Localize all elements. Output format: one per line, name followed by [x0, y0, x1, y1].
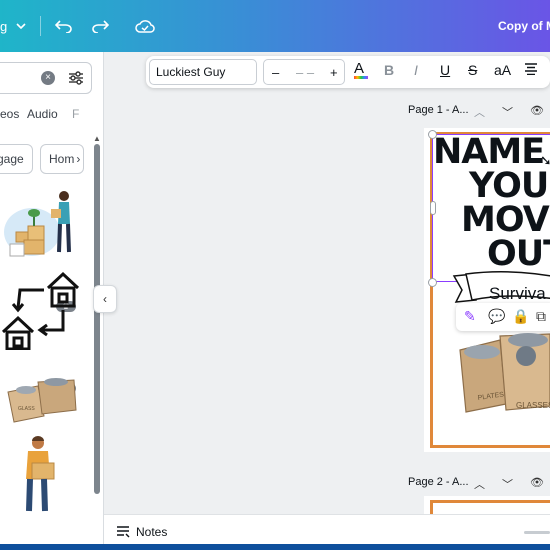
top-bar: g Copy of M [0, 0, 550, 52]
move-page-up-icon[interactable]: ︿ [474, 104, 485, 120]
move-page-down-icon[interactable]: ﹀ [502, 476, 513, 492]
chevron-right-icon[interactable]: › [76, 152, 80, 166]
collapse-panel-button[interactable]: ‹ [93, 285, 117, 313]
hide-page-icon[interactable]: 👁 [530, 476, 544, 489]
elements-panel: × eos Audio F gage Hom› [0, 52, 104, 550]
notes-label: Notes [136, 525, 168, 539]
tab-videos[interactable]: eos [0, 107, 19, 121]
cursor-pointer-icon: ➘ [540, 152, 550, 168]
letter-case-button[interactable]: aA [494, 62, 511, 78]
resize-handle-side[interactable] [430, 201, 436, 215]
moving-boxes-image[interactable]: PLATES GLASSES [456, 330, 550, 431]
graphic-house-moving-arrows[interactable] [0, 268, 82, 355]
graphic-man-with-box[interactable] [18, 435, 68, 520]
page-2-header: Page 2 - A... ︿ ﹀ 👁 [408, 476, 544, 492]
strikethrough-button[interactable]: S [468, 62, 477, 78]
page-1-label[interactable]: Page 1 - A... [408, 104, 469, 116]
chevron-down-icon[interactable] [14, 0, 28, 52]
chip-home[interactable]: Hom › [40, 144, 84, 174]
duplicate-icon[interactable]: ⧉ [536, 308, 546, 325]
notes-icon [117, 526, 130, 538]
text-color-label: A [354, 60, 365, 77]
text-align-icon[interactable] [524, 62, 538, 78]
page-2-label[interactable]: Page 2 - A... [408, 476, 469, 488]
selection-box [432, 134, 550, 282]
underline-button[interactable]: U [440, 62, 450, 78]
resize-handle[interactable] [428, 278, 437, 287]
tab-more[interactable]: F [72, 107, 79, 121]
document-title[interactable]: Copy of M [498, 0, 550, 52]
italic-button[interactable]: I [414, 62, 418, 78]
chip-luggage[interactable]: gage [0, 144, 33, 174]
font-size-control: – – – + [263, 59, 345, 85]
notes-button[interactable]: Notes [116, 525, 167, 539]
page-2-canvas[interactable] [424, 496, 550, 520]
topbar-divider [40, 16, 41, 36]
hide-page-icon[interactable]: 👁 [530, 104, 544, 117]
chevron-left-icon: ‹ [103, 292, 107, 306]
magic-edit-icon[interactable]: ✎ [464, 308, 476, 325]
page-1-header: Page 1 - A... ︿ ﹀ 👁 [408, 104, 544, 120]
lock-icon[interactable]: 🔒 [512, 308, 529, 325]
decrease-size-button[interactable]: – [272, 65, 279, 80]
cloud-saved-icon[interactable] [134, 0, 156, 52]
bold-button[interactable]: B [384, 62, 394, 78]
svg-text:GLASSES: GLASSES [516, 401, 550, 410]
search-input[interactable]: × [0, 62, 92, 94]
text-color-button[interactable]: A [354, 60, 368, 79]
undo-icon[interactable] [54, 0, 74, 52]
move-page-down-icon[interactable]: ﹀ [502, 104, 513, 120]
resize-handle[interactable] [428, 130, 437, 139]
clear-search-icon[interactable]: × [41, 71, 55, 85]
graphic-woman-with-boxes[interactable] [4, 184, 80, 269]
comment-icon[interactable]: 💬 [488, 308, 505, 325]
scroll-up-arrow-icon[interactable]: ▲ [93, 134, 101, 143]
graphic-moving-boxes[interactable]: GLASS [4, 370, 78, 431]
bottom-strip [0, 544, 550, 550]
zoom-slider[interactable] [524, 531, 550, 534]
chip-label: Hom [49, 152, 75, 166]
panel-scrollbar[interactable] [94, 144, 100, 494]
chip-label: gage [0, 152, 24, 166]
redo-icon[interactable] [90, 0, 110, 52]
filter-icon[interactable] [67, 69, 85, 87]
element-context-toolbar: ✎ 💬 🔒 ⧉ [456, 303, 550, 331]
text-formatting-toolbar: Luckiest Guy – – – + A B I U S aA [146, 56, 550, 88]
tab-audio[interactable]: Audio [27, 107, 58, 121]
ribbon-text[interactable]: Surviva [489, 284, 546, 304]
increase-size-button[interactable]: + [330, 65, 338, 80]
font-family-dropdown[interactable]: Luckiest Guy [149, 59, 257, 85]
move-page-up-icon[interactable]: ︿ [474, 476, 485, 492]
font-size-field[interactable]: – – [296, 65, 314, 80]
svg-text:GLASS: GLASS [18, 406, 35, 412]
